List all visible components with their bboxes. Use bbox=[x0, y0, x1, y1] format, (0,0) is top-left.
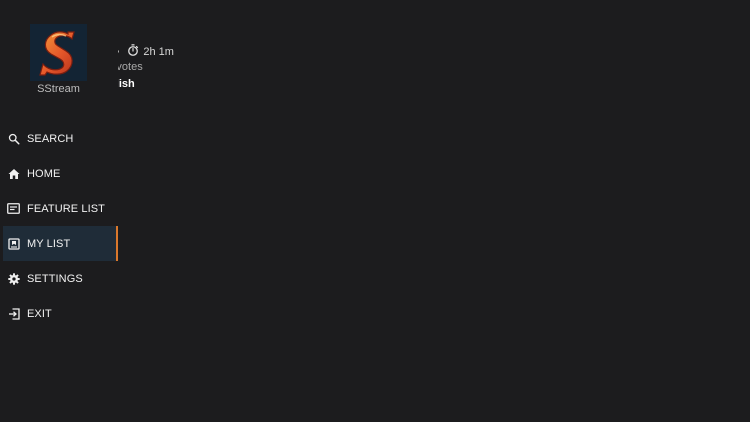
app-logo[interactable] bbox=[30, 24, 87, 81]
app-name: SStream bbox=[37, 83, 80, 95]
bookmark-list-icon bbox=[7, 237, 20, 250]
feature-list-icon bbox=[7, 202, 20, 215]
menu-item-search[interactable]: SEARCH bbox=[0, 121, 118, 156]
app-screen: MA • 2h 1m 933 votes English bbox=[0, 0, 750, 422]
menu-item-exit[interactable]: EXIT bbox=[0, 296, 118, 331]
menu-item-label: HOME bbox=[27, 167, 61, 180]
sstream-logo-icon bbox=[38, 30, 75, 76]
home-icon bbox=[7, 167, 20, 180]
menu-item-home[interactable]: HOME bbox=[0, 156, 118, 191]
search-icon bbox=[7, 132, 20, 145]
side-navigation: SStream SEARCH HOME FEATURE LIST MY LIST… bbox=[0, 0, 118, 422]
menu-item-label: SETTINGS bbox=[27, 272, 83, 285]
menu-item-my-list[interactable]: MY LIST bbox=[3, 226, 118, 261]
menu-item-settings[interactable]: SETTINGS bbox=[0, 261, 118, 296]
menu-item-feature-list[interactable]: FEATURE LIST bbox=[0, 191, 118, 226]
main-menu: SEARCH HOME FEATURE LIST MY LIST SETTING… bbox=[0, 121, 118, 331]
menu-item-label: EXIT bbox=[27, 307, 52, 320]
stopwatch-icon bbox=[127, 44, 139, 59]
gear-icon bbox=[7, 272, 20, 285]
menu-item-label: FEATURE LIST bbox=[27, 202, 106, 215]
menu-item-label: MY LIST bbox=[27, 237, 71, 250]
menu-item-label: SEARCH bbox=[27, 132, 74, 145]
exit-icon bbox=[7, 307, 20, 320]
duration: 2h 1m bbox=[143, 45, 174, 58]
